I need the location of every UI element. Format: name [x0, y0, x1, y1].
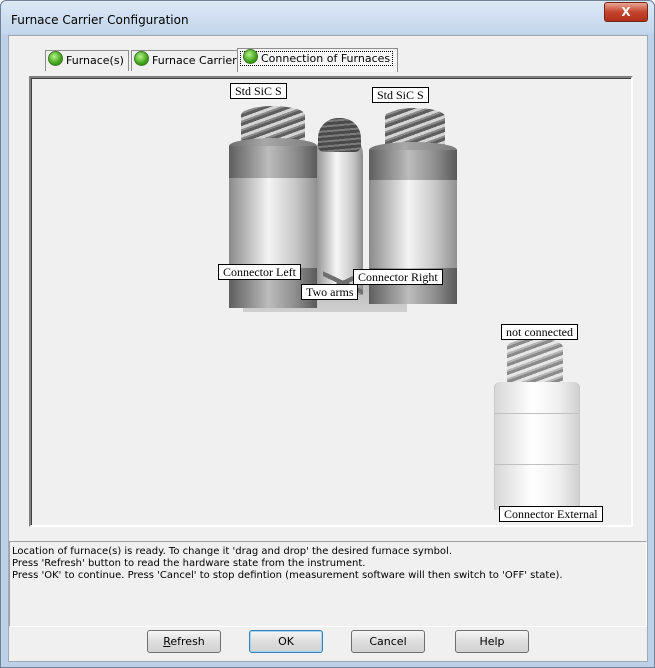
- ok-button[interactable]: OK: [249, 630, 323, 653]
- tab-label: Furnace Carrier: [152, 54, 237, 67]
- tab-label: Connection of Furnaces: [261, 52, 391, 65]
- left-furnace-body: [229, 178, 317, 268]
- connector-external-label[interactable]: Connector External: [499, 506, 603, 522]
- connector-right-label[interactable]: Connector Right: [353, 269, 443, 285]
- external-furnace-band-line: [495, 413, 579, 414]
- status-message-line: Press 'OK' to continue. Press 'Cancel' t…: [12, 570, 563, 581]
- furnace-connection-canvas: Std SiC S Std SiC S Connector Left Conne…: [29, 76, 633, 527]
- dialog-client-area: Furnace(s) Furnace Carrier Connection of…: [8, 35, 648, 662]
- external-furnace-label: not connected: [501, 324, 578, 340]
- close-button[interactable]: X: [604, 2, 648, 22]
- green-status-dot-icon: [243, 49, 258, 64]
- connector-left-label[interactable]: Connector Left: [218, 264, 301, 280]
- tab-focus-wrap: Connection of Furnaces: [240, 49, 394, 66]
- green-status-dot-icon: [134, 51, 149, 66]
- right-furnace-top-band: [369, 150, 457, 180]
- tab-connection-of-furnaces[interactable]: Connection of Furnaces: [237, 48, 399, 72]
- center-column-top: [318, 118, 361, 152]
- dialog-window: Furnace Carrier Configuration X Furnace(…: [0, 0, 655, 668]
- help-button[interactable]: Help: [455, 630, 529, 653]
- status-message-box: Location of furnace(s) is ready. To chan…: [9, 541, 647, 627]
- cancel-button[interactable]: Cancel: [351, 630, 425, 653]
- tab-label: Furnace(s): [66, 54, 124, 67]
- left-furnace-top-band: [229, 146, 317, 178]
- external-furnace-body: [494, 382, 580, 510]
- tab-furnace-carrier[interactable]: Furnace Carrier: [131, 50, 242, 71]
- title-bar: Furnace Carrier Configuration X: [1, 1, 654, 34]
- two-arms-label: Two arms: [301, 284, 359, 300]
- external-furnace-band-line: [495, 464, 579, 465]
- right-furnace-label: Std SiC S: [372, 87, 429, 103]
- tab-furnaces[interactable]: Furnace(s): [45, 50, 129, 71]
- right-furnace-body: [369, 180, 457, 268]
- status-message-line: Location of furnace(s) is ready. To chan…: [12, 546, 453, 557]
- status-message-line: Press 'Refresh' button to read the hardw…: [12, 558, 366, 569]
- window-title: Furnace Carrier Configuration: [11, 13, 189, 27]
- refresh-button[interactable]: Refresh: [147, 630, 221, 653]
- left-furnace-label: Std SiC S: [230, 83, 287, 99]
- green-status-dot-icon: [48, 51, 63, 66]
- refresh-label-rest: efresh: [170, 635, 205, 648]
